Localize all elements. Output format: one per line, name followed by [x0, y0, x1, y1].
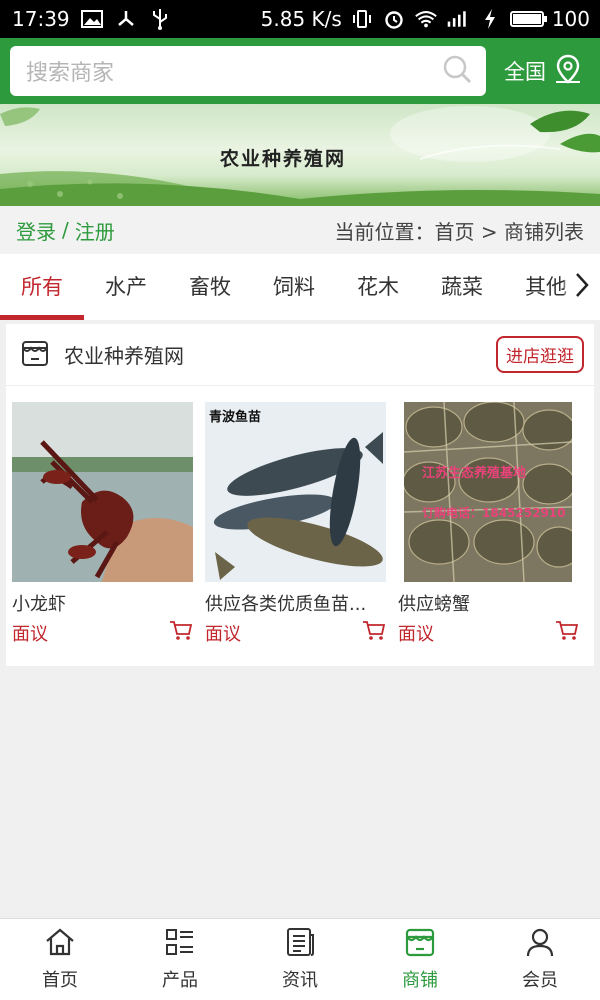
shop-card-header: 农业种养殖网 进店逛逛: [6, 324, 594, 386]
product-name[interactable]: 供应各类优质鱼苗...: [205, 590, 380, 616]
tab-vegetables[interactable]: 蔬菜: [420, 254, 504, 320]
product-image-caption: 青波鱼苗: [209, 410, 262, 425]
search-icon[interactable]: [442, 54, 472, 88]
login-separator: /: [62, 218, 69, 242]
tab-aquatic[interactable]: 水产: [84, 254, 168, 320]
product-price: 面议: [205, 624, 241, 645]
location-row: 登录 / 注册 当前位置：首页 > 商铺列表: [0, 206, 600, 254]
home-icon: [44, 927, 76, 962]
category-tabs: 所有 水产 畜牧 饲料 花木 蔬菜 其他: [0, 254, 600, 320]
nav-news-label: 资讯: [282, 970, 318, 991]
nav-products[interactable]: 产品: [120, 919, 240, 1000]
shop-name[interactable]: 农业种养殖网: [64, 340, 184, 369]
location-pin-icon: [554, 54, 582, 89]
share-icon: [114, 7, 138, 31]
search-input[interactable]: 搜索商家: [26, 55, 442, 87]
nav-home-label: 首页: [42, 970, 78, 991]
nav-news[interactable]: 资讯: [240, 919, 360, 1000]
product-item[interactable]: 青波鱼苗 供应各类优质鱼苗... 面议: [205, 402, 398, 646]
tab-all[interactable]: 所有: [0, 254, 84, 320]
login-link[interactable]: 登录: [16, 216, 56, 245]
tab-flowers-trees[interactable]: 花木: [336, 254, 420, 320]
member-icon: [524, 927, 556, 962]
vibrate-icon: [350, 7, 374, 31]
register-link[interactable]: 注册: [75, 216, 115, 245]
image-icon: [80, 7, 104, 31]
product-item[interactable]: 江苏生态养殖基地 订购电话：1845252910 供应螃蟹 面议: [398, 402, 591, 646]
product-image-caption-phone: 订购电话：1845252910: [422, 506, 566, 520]
search-box[interactable]: 搜索商家: [10, 46, 486, 96]
usb-icon: [148, 7, 172, 31]
nav-member-label: 会员: [522, 970, 558, 991]
status-bar: 17:39 5.85 K/s 100: [0, 0, 600, 38]
banner: 农业种养殖网: [0, 104, 600, 206]
shop-icon: [404, 927, 436, 962]
product-image-caption: 江苏生态养殖基地: [422, 466, 527, 481]
banner-title: 农业种养殖网: [220, 148, 347, 170]
tab-feed[interactable]: 饲料: [252, 254, 336, 320]
breadcrumb: 当前位置：首页 > 商铺列表: [334, 219, 584, 244]
nav-shops[interactable]: 商铺: [360, 919, 480, 1000]
tab-livestock[interactable]: 畜牧: [168, 254, 252, 320]
shop-card: 农业种养殖网 进店逛逛 小龙虾 面议 青波鱼苗 供应各类优质鱼苗... 面议 江…: [6, 324, 594, 666]
wifi-icon: [414, 7, 438, 31]
status-time: 17:39: [12, 7, 70, 31]
product-image-fish-fry[interactable]: 青波鱼苗: [205, 402, 386, 582]
shop-icon: [20, 338, 50, 372]
bottom-nav: 首页 产品 资讯 商铺 会员: [0, 918, 600, 1000]
product-image-crayfish[interactable]: [12, 402, 193, 582]
news-icon: [284, 927, 316, 962]
cart-icon[interactable]: [362, 620, 386, 646]
alarm-icon: [382, 7, 406, 31]
nav-products-label: 产品: [162, 970, 198, 991]
network-speed: 5.85 K/s: [260, 7, 342, 31]
product-price: 面议: [398, 624, 434, 645]
cart-icon[interactable]: [555, 620, 579, 646]
product-image-crabs[interactable]: 江苏生态养殖基地 订购电话：1845252910: [404, 402, 572, 582]
product-name[interactable]: 供应螃蟹: [398, 590, 573, 616]
region-selector[interactable]: 全国: [504, 54, 582, 89]
region-label: 全国: [504, 60, 546, 84]
cart-icon[interactable]: [169, 620, 193, 646]
top-header: 搜索商家 全国: [0, 38, 600, 104]
nav-member[interactable]: 会员: [480, 919, 600, 1000]
product-name[interactable]: 小龙虾: [12, 590, 187, 616]
charging-icon: [478, 7, 502, 31]
product-price: 面议: [12, 624, 48, 645]
product-list: 小龙虾 面议 青波鱼苗 供应各类优质鱼苗... 面议 江苏生态养殖基地 订购电话…: [6, 386, 594, 646]
nav-home[interactable]: 首页: [0, 919, 120, 1000]
battery-icon: [509, 11, 547, 27]
battery-level: 100: [551, 7, 590, 31]
product-item[interactable]: 小龙虾 面议: [12, 402, 205, 646]
tabs-scroll-right[interactable]: [564, 254, 600, 320]
product-list-icon: [164, 927, 196, 962]
nav-shops-label: 商铺: [402, 970, 438, 991]
enter-shop-button[interactable]: 进店逛逛: [496, 336, 584, 373]
signal-4g-icon: [446, 7, 470, 31]
chevron-right-icon: [574, 271, 590, 303]
